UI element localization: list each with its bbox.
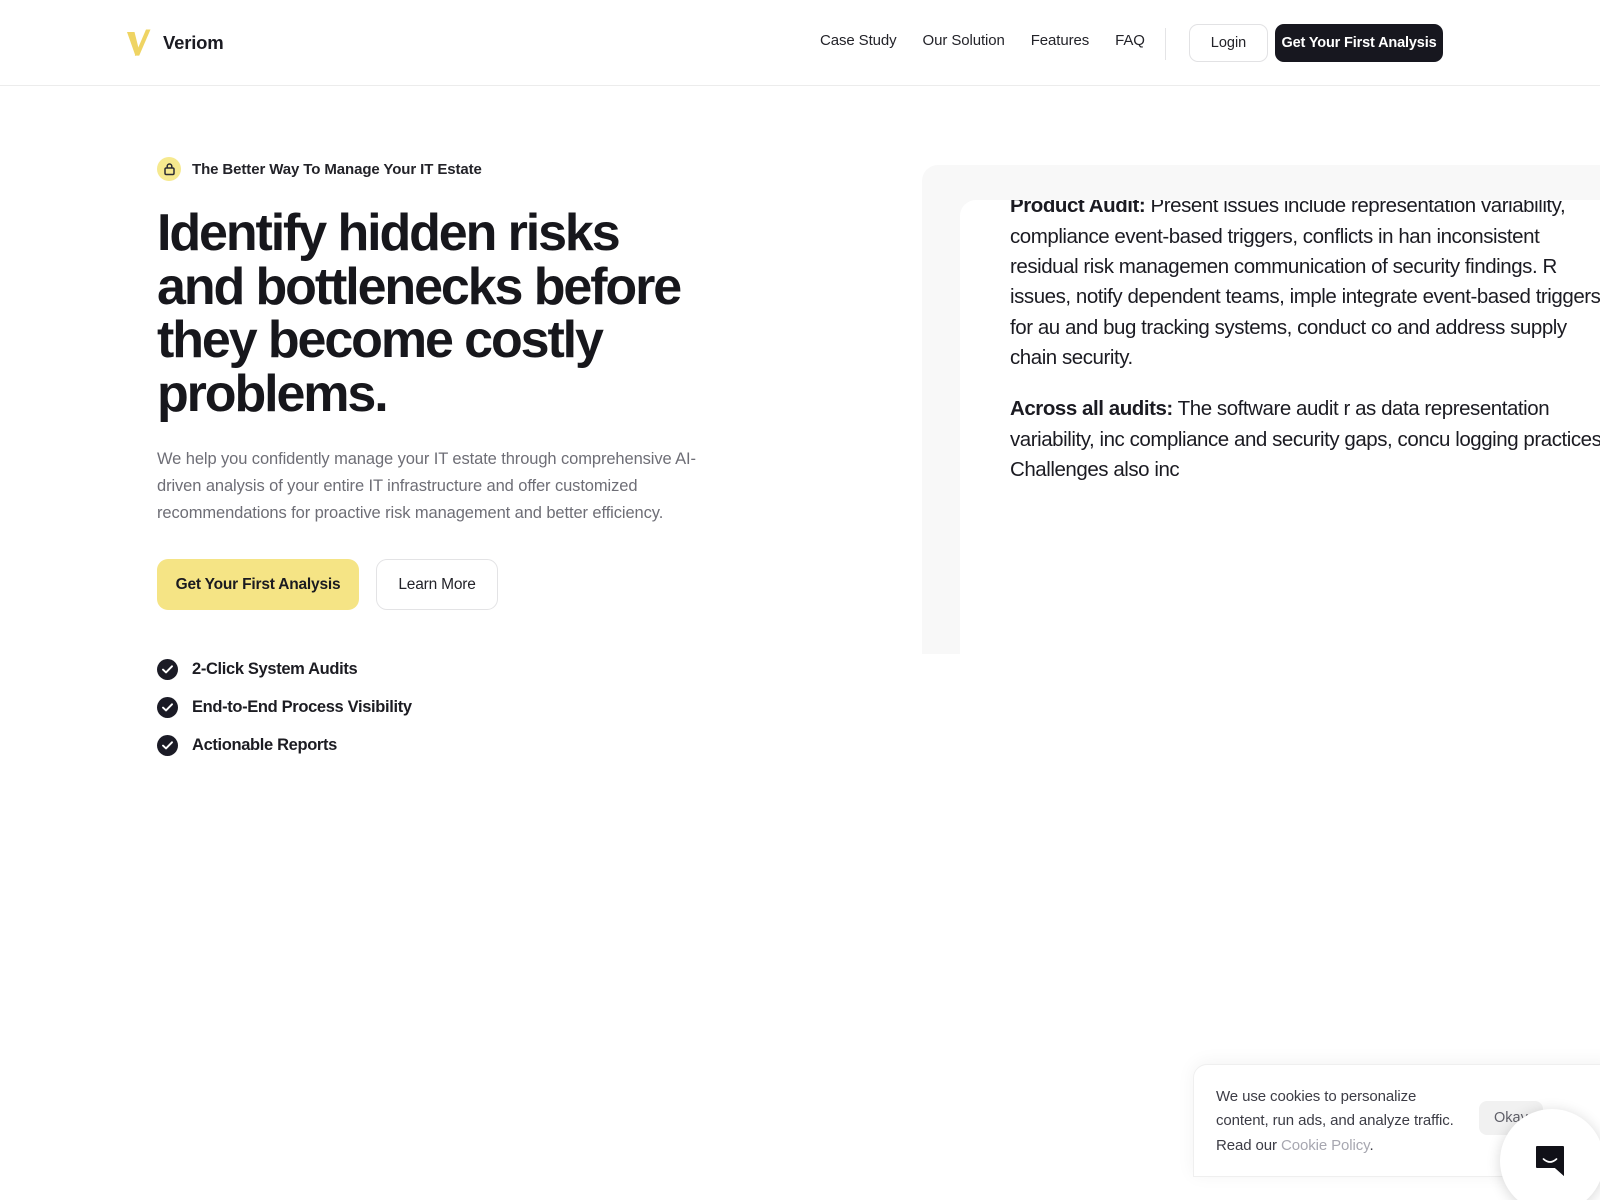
cookie-message-part-2: . bbox=[1369, 1136, 1374, 1154]
list-item: 2-Click System Audits bbox=[157, 650, 777, 688]
list-item: End-to-End Process Visibility bbox=[157, 688, 777, 726]
hero-get-first-analysis-button[interactable]: Get Your First Analysis bbox=[157, 559, 359, 611]
list-item: Actionable Reports bbox=[157, 726, 777, 764]
audit-report-text: determine legal and compliance requ Prod… bbox=[1010, 200, 1600, 506]
nav-link-case-study[interactable]: Case Study bbox=[820, 32, 910, 49]
audit-paragraph-across: Across all audits: The software audit r … bbox=[1010, 394, 1600, 485]
page-title: Identify hidden risks and bottlenecks be… bbox=[157, 204, 682, 423]
nav-link-features[interactable]: Features bbox=[1018, 32, 1102, 49]
check-circle-icon bbox=[157, 696, 178, 718]
audit-paragraph-product-label: Product Audit: bbox=[1010, 200, 1146, 218]
cookie-consent-message: We use cookies to personalize content, r… bbox=[1216, 1085, 1461, 1158]
check-circle-icon bbox=[157, 658, 178, 680]
chat-launcher-button[interactable] bbox=[1500, 1109, 1600, 1200]
audit-paragraph-product: Product Audit: Present issues include re… bbox=[1010, 200, 1600, 373]
site-header: Veriom Case Study Our Solution Features … bbox=[0, 0, 1600, 86]
hero-eyebrow-badge: The Better Way To Manage Your IT Estate bbox=[157, 155, 777, 183]
hero-visual-panel: determine legal and compliance requ Prod… bbox=[922, 165, 1600, 654]
hero-cta-group: Get Your First Analysis Learn More bbox=[157, 559, 777, 611]
veriom-checkmark-logo-icon bbox=[127, 29, 151, 56]
audit-paragraph-across-label: Across all audits: bbox=[1010, 397, 1173, 421]
primary-navigation: Case Study Our Solution Features FAQ bbox=[820, 32, 1158, 49]
hero-eyebrow-text: The Better Way To Manage Your IT Estate bbox=[192, 160, 482, 178]
audit-report-card: determine legal and compliance requ Prod… bbox=[960, 200, 1600, 654]
audit-paragraph-product-body: Present issues include representation va… bbox=[1010, 200, 1600, 369]
hero-learn-more-button[interactable]: Learn More bbox=[376, 559, 498, 611]
login-button[interactable]: Login bbox=[1189, 24, 1268, 62]
hero-subtitle: We help you confidently manage your IT e… bbox=[157, 450, 696, 522]
nav-link-our-solution[interactable]: Our Solution bbox=[910, 32, 1018, 49]
header-divider bbox=[1165, 28, 1166, 60]
chat-bubble-icon bbox=[1536, 1146, 1564, 1176]
header-get-first-analysis-button[interactable]: Get Your First Analysis bbox=[1275, 24, 1443, 62]
nav-link-faq[interactable]: FAQ bbox=[1102, 32, 1158, 49]
feature-label: 2-Click System Audits bbox=[192, 659, 358, 678]
hero-feature-list: 2-Click System Audits End-to-End Process… bbox=[157, 650, 777, 764]
feature-label: Actionable Reports bbox=[192, 735, 337, 754]
check-circle-icon bbox=[157, 734, 178, 756]
brand-name: Veriom bbox=[163, 32, 224, 53]
hero-content: The Better Way To Manage Your IT Estate … bbox=[157, 155, 777, 764]
cookie-policy-link[interactable]: Cookie Policy bbox=[1281, 1137, 1370, 1154]
lock-icon bbox=[157, 157, 181, 181]
feature-label: End-to-End Process Visibility bbox=[192, 697, 412, 716]
brand[interactable]: Veriom bbox=[126, 26, 224, 60]
